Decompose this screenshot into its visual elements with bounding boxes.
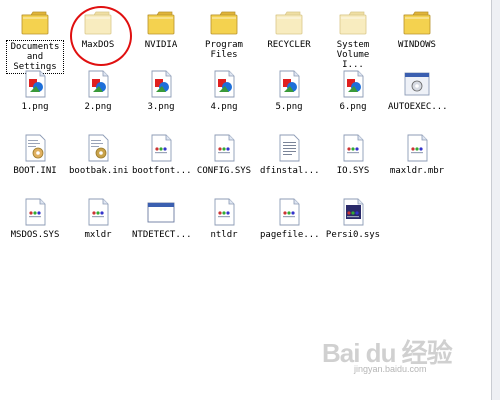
system-file-icon: [337, 196, 369, 228]
image-file-icon: [145, 68, 177, 100]
file-item[interactable]: NVIDIA: [132, 6, 190, 50]
file-item-label: 5.png: [275, 102, 303, 112]
file-item[interactable]: pagefile...: [260, 196, 320, 240]
file-item[interactable]: RECYCLER: [260, 6, 318, 50]
file-item-label: AUTOEXEC...: [388, 102, 448, 112]
file-item-label: 4.png: [210, 102, 238, 112]
file-item-label: Program Files: [205, 40, 243, 60]
system-file-icon: [337, 132, 369, 164]
config-file-icon: [82, 132, 114, 164]
file-item-label: Persi0.sys: [325, 230, 381, 240]
file-item-label: 6.png: [339, 102, 367, 112]
file-item[interactable]: Program Files: [195, 6, 253, 60]
file-item[interactable]: maxldr.mbr: [388, 132, 446, 176]
system-file-icon: [145, 132, 177, 164]
file-item[interactable]: 4.png: [195, 68, 253, 112]
image-file-icon: [82, 68, 114, 100]
file-item[interactable]: CONFIG.SYS: [195, 132, 253, 176]
vertical-scrollbar[interactable]: [491, 0, 500, 400]
file-item-label: WINDOWS: [398, 40, 436, 50]
file-item-label: maxldr.mbr: [389, 166, 445, 176]
config-file-icon: [19, 132, 51, 164]
folder-icon: [19, 6, 51, 38]
file-item[interactable]: WINDOWS: [388, 6, 446, 50]
file-item[interactable]: ntldr: [195, 196, 253, 240]
file-item[interactable]: 2.png: [69, 68, 127, 112]
file-item[interactable]: AUTOEXEC...: [388, 68, 448, 112]
image-file-icon: [208, 68, 240, 100]
file-item-label: 3.png: [147, 102, 175, 112]
file-item[interactable]: BOOT.INI: [6, 132, 64, 176]
file-item[interactable]: 1.png: [6, 68, 64, 112]
file-item-label: dfinstal...: [260, 166, 320, 176]
file-item-label: NVIDIA: [144, 40, 178, 50]
file-item[interactable]: System Volume I...: [324, 6, 382, 70]
file-item-label: IO.SYS: [336, 166, 370, 176]
file-item[interactable]: 5.png: [260, 68, 318, 112]
folder-icon: [401, 6, 433, 38]
file-item-label: pagefile...: [260, 230, 320, 240]
file-item-label: bootbak.ini: [69, 166, 129, 176]
file-item-label: RECYCLER: [267, 40, 311, 50]
file-item-label: NTDETECT...: [132, 230, 192, 240]
file-item-label: 1.png: [21, 102, 49, 112]
image-file-icon: [273, 68, 305, 100]
text-file-icon: [273, 132, 305, 164]
file-item-label: mxldr: [84, 230, 112, 240]
system-file-icon: [208, 196, 240, 228]
file-item[interactable]: bootbak.ini: [69, 132, 129, 176]
application-window-icon: [145, 196, 177, 228]
system-file-icon: [273, 196, 305, 228]
file-item[interactable]: 3.png: [132, 68, 190, 112]
file-item[interactable]: dfinstal...: [260, 132, 320, 176]
file-item-label: ntldr: [210, 230, 238, 240]
watermark-url: jingyan.baidu.com: [354, 364, 427, 374]
file-item[interactable]: Documents and Settings: [6, 6, 64, 74]
system-file-icon: [208, 132, 240, 164]
file-item[interactable]: IO.SYS: [324, 132, 382, 176]
image-file-icon: [337, 68, 369, 100]
file-item[interactable]: MSDOS.SYS: [6, 196, 64, 240]
folder-icon: [145, 6, 177, 38]
file-item-label: 2.png: [84, 102, 112, 112]
baidu-watermark: Bai du 经验 jingyan.baidu.com: [314, 333, 474, 378]
folder-icon: [208, 6, 240, 38]
file-item[interactable]: Persi0.sys: [324, 196, 382, 240]
file-item-label: MSDOS.SYS: [10, 230, 60, 240]
file-item[interactable]: mxldr: [69, 196, 127, 240]
image-file-icon: [19, 68, 51, 100]
red-annotation-circle: [70, 6, 132, 66]
file-item[interactable]: NTDETECT...: [132, 196, 192, 240]
folder-icon: [273, 6, 305, 38]
system-file-icon: [82, 196, 114, 228]
system-file-icon: [401, 132, 433, 164]
file-item-label: System Volume I...: [336, 40, 370, 70]
file-item-label: BOOT.INI: [13, 166, 57, 176]
file-item-label: CONFIG.SYS: [196, 166, 252, 176]
system-file-icon: [19, 196, 51, 228]
file-item-label: bootfont...: [132, 166, 192, 176]
folder-icon: [337, 6, 369, 38]
file-item[interactable]: 6.png: [324, 68, 382, 112]
file-item[interactable]: bootfont...: [132, 132, 192, 176]
executable-icon: [401, 68, 433, 100]
